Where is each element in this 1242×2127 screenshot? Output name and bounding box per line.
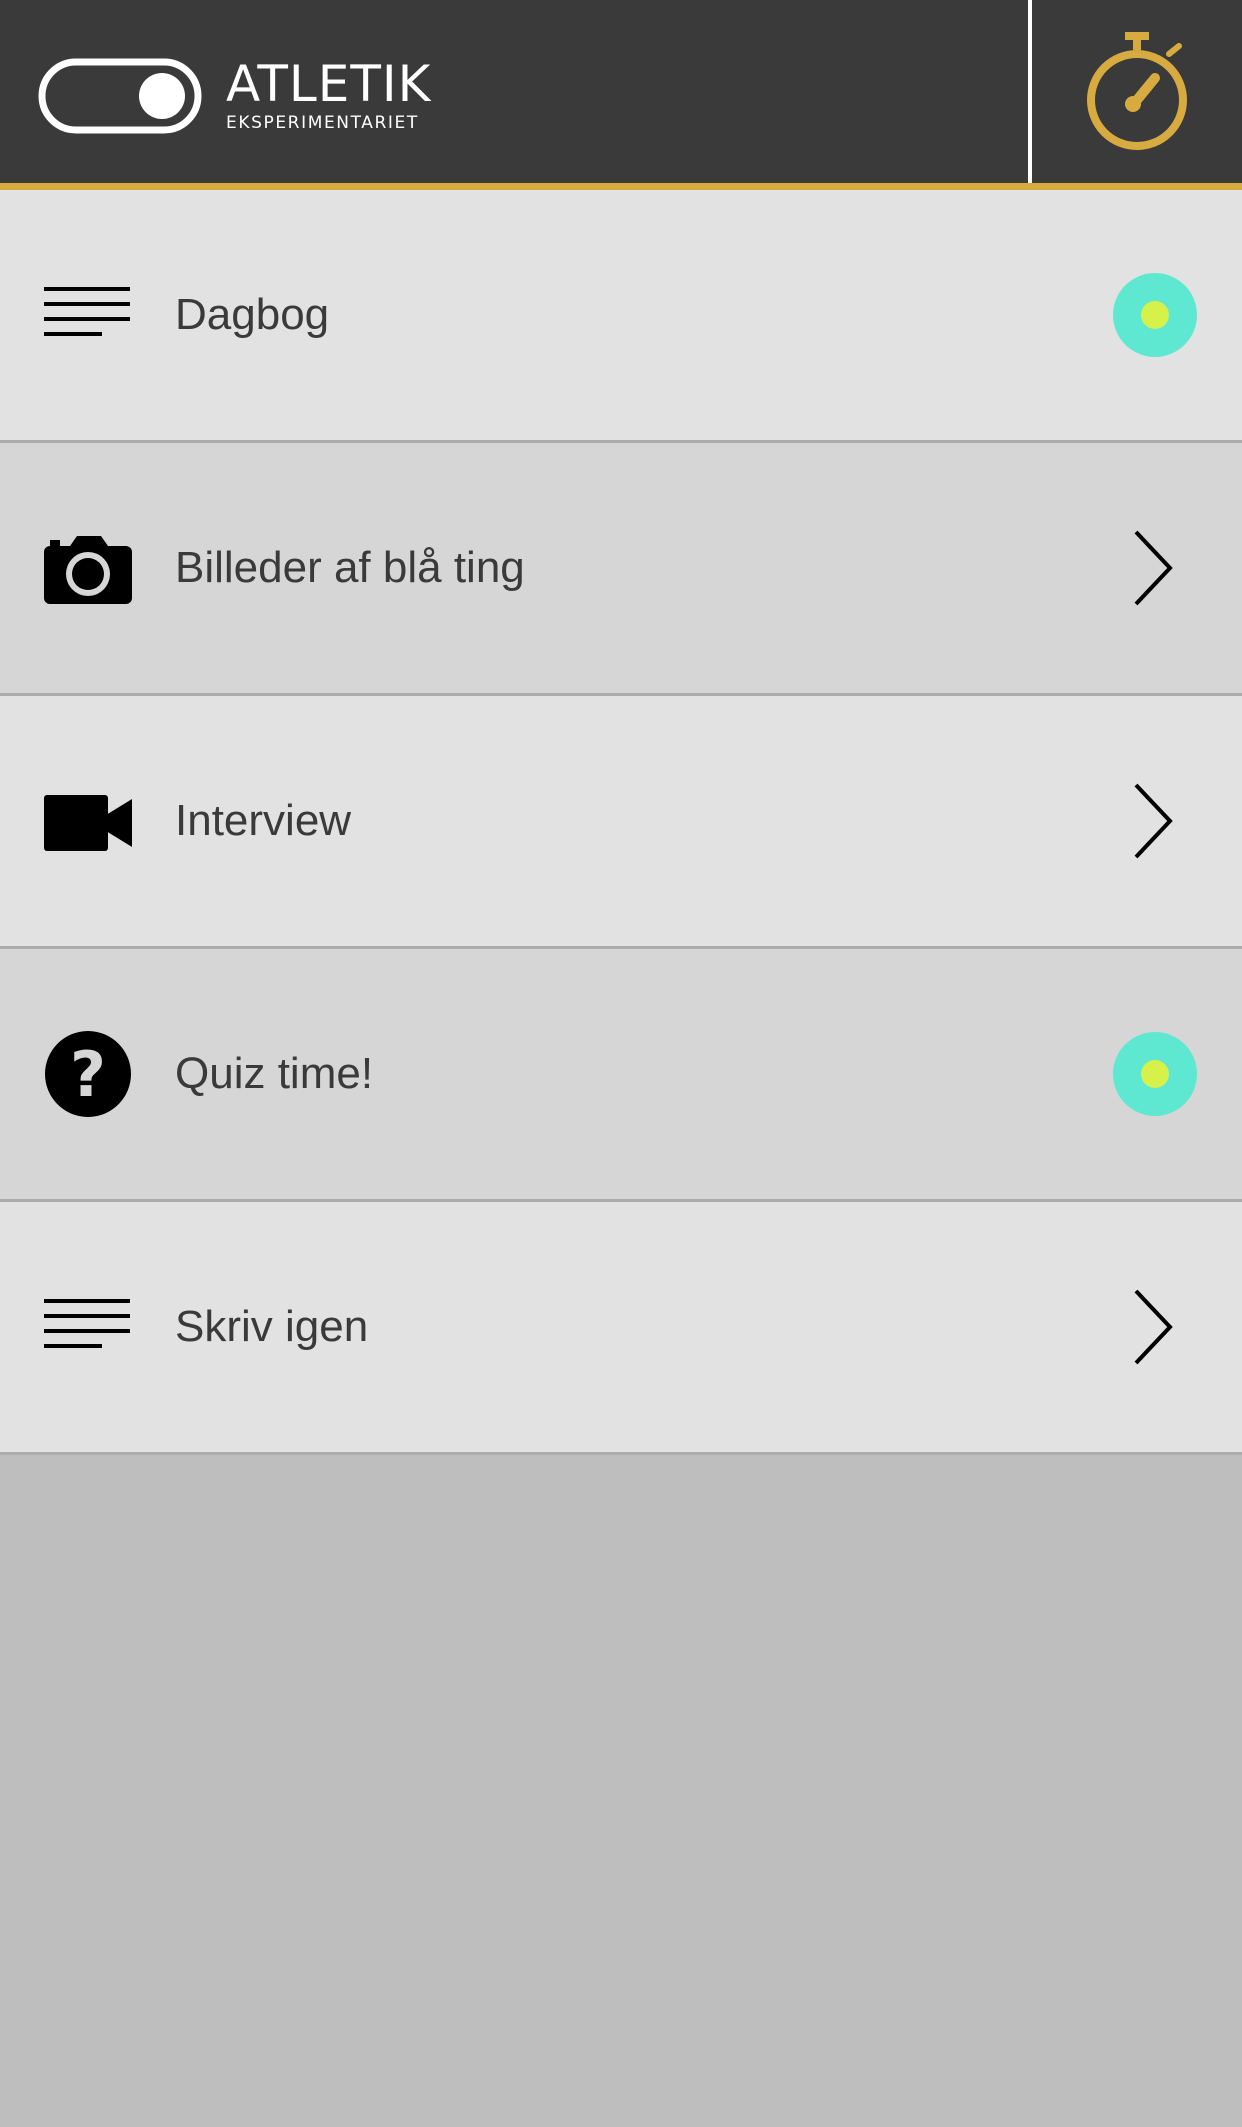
chevron-right-icon bbox=[1134, 783, 1173, 859]
app-logo: ATLETIK EKSPERIMENTARIET bbox=[38, 58, 431, 134]
app-header: ATLETIK EKSPERIMENTARIET bbox=[0, 0, 1242, 190]
menu-item-label: Dagbog bbox=[175, 290, 330, 339]
menu-item-dagbog[interactable]: Dagbog bbox=[0, 190, 1242, 443]
menu-item-billeder[interactable]: Billeder af blå ting bbox=[0, 443, 1242, 696]
menu-item-label: Quiz time! bbox=[175, 1049, 374, 1098]
chevron-right-icon bbox=[1134, 530, 1173, 606]
camera-icon bbox=[44, 524, 132, 612]
menu-item-label: Billeder af blå ting bbox=[175, 543, 525, 592]
menu-item-label: Interview bbox=[175, 796, 352, 845]
menu-item-skriv-igen[interactable]: Skriv igen bbox=[0, 1202, 1242, 1455]
chevron-right-icon bbox=[1134, 1289, 1173, 1365]
menu-item-quiz[interactable]: ? Quiz time! bbox=[0, 949, 1242, 1202]
timer-button[interactable] bbox=[1032, 0, 1242, 183]
status-dot-icon bbox=[1113, 273, 1197, 357]
text-lines-icon bbox=[44, 1283, 132, 1371]
logo-text: ATLETIK EKSPERIMENTARIET bbox=[226, 59, 431, 133]
menu-list: Dagbog Billeder af blå ting Interview ? … bbox=[0, 190, 1242, 1455]
svg-text:?: ? bbox=[70, 1038, 106, 1111]
toggle-logo-icon bbox=[38, 58, 202, 134]
video-camera-icon bbox=[44, 777, 132, 865]
menu-item-label: Skriv igen bbox=[175, 1302, 369, 1351]
menu-item-interview[interactable]: Interview bbox=[0, 696, 1242, 949]
stopwatch-icon bbox=[1087, 31, 1187, 150]
logo-subtitle: EKSPERIMENTARIET bbox=[226, 113, 419, 133]
text-lines-icon bbox=[44, 271, 132, 359]
question-icon: ? bbox=[44, 1030, 132, 1118]
status-dot-icon bbox=[1113, 1032, 1197, 1116]
logo-title: ATLETIK bbox=[226, 55, 432, 113]
